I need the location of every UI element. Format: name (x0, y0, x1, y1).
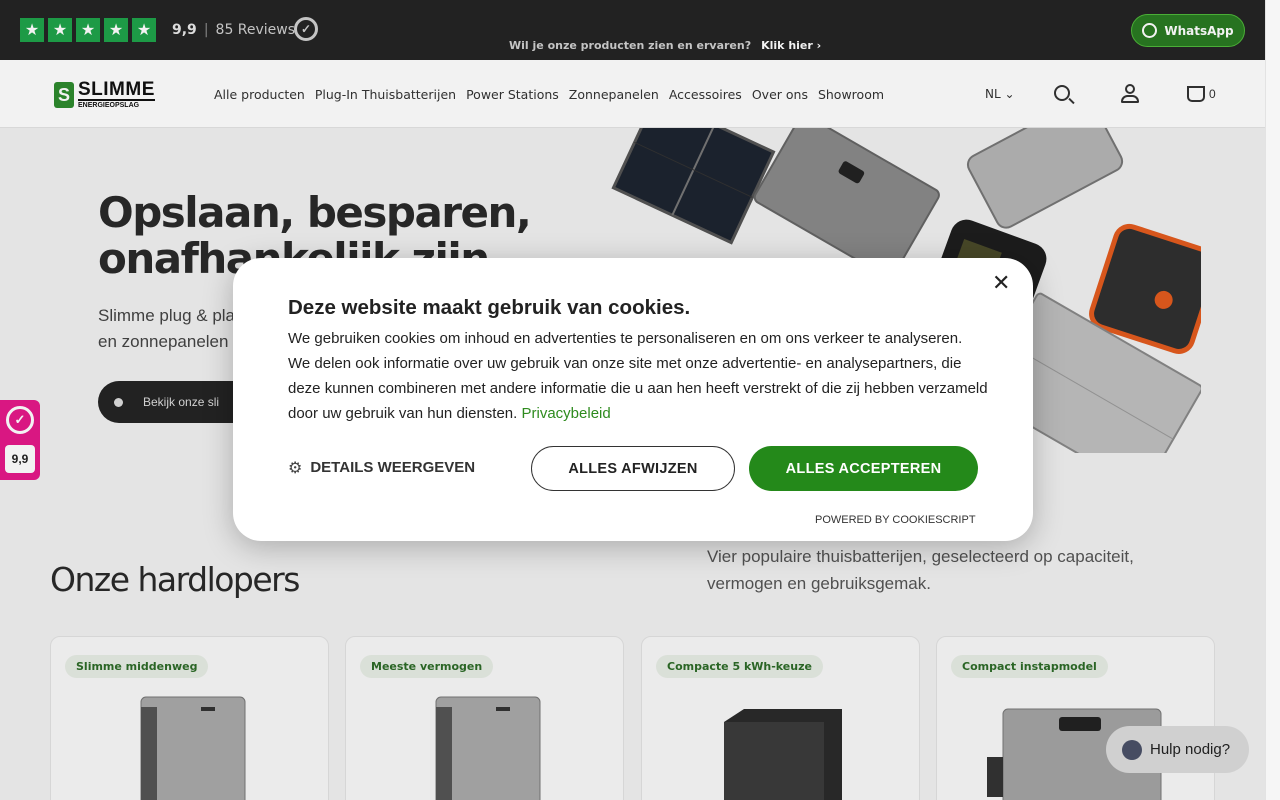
close-icon[interactable]: ✕ (992, 271, 1010, 296)
reject-all-button[interactable]: ALLES AFWIJZEN (531, 446, 735, 491)
gear-icon: ⚙ (288, 458, 303, 477)
details-label: DETAILS WEERGEVEN (310, 459, 476, 476)
cookie-dialog: ✕ Deze website maakt gebruik van cookies… (233, 258, 1033, 541)
scrollbar[interactable] (1265, 0, 1280, 800)
accept-all-button[interactable]: ALLES ACCEPTEREN (749, 446, 978, 491)
details-button[interactable]: ⚙ DETAILS WEERGEVEN (288, 458, 475, 477)
powered-by-label: POWERED BY COOKIESCRIPT (815, 514, 976, 526)
cookie-body-text: We gebruiken cookies om inhoud en advert… (288, 330, 988, 422)
privacy-link[interactable]: Privacybeleid (522, 405, 611, 422)
cookie-title: Deze website maakt gebruik van cookies. (288, 296, 691, 319)
cookie-body: We gebruiken cookies om inhoud en advert… (288, 326, 988, 426)
